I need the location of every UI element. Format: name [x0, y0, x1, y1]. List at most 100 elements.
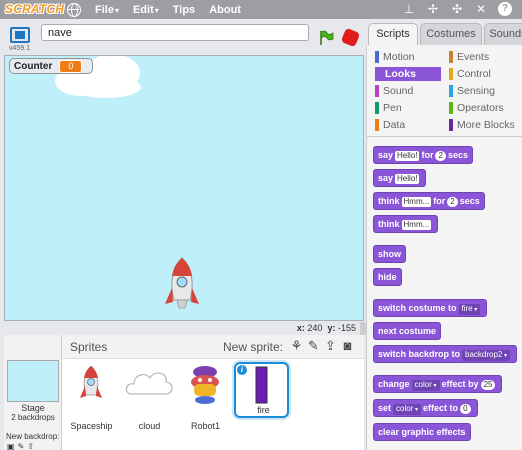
help-icon[interactable]: ? — [498, 2, 512, 16]
scratch-logo[interactable]: SCRATCH — [5, 2, 64, 17]
category-control[interactable]: Control — [449, 67, 491, 81]
block-dropdown[interactable]: color — [393, 404, 422, 415]
menu-tips[interactable]: Tips — [173, 4, 195, 16]
block-text-input[interactable]: Hello! — [395, 174, 420, 184]
upload-backdrop-icon[interactable]: ⇪ — [27, 442, 34, 450]
upload-sprite-icon[interactable]: ⇪ — [324, 338, 337, 354]
block-switch-backdrop[interactable]: switch backdrop to backdrop2 — [373, 345, 518, 363]
block-next-costume[interactable]: next costume — [373, 322, 442, 340]
category-swatch — [375, 102, 379, 114]
category-label: Looks — [385, 68, 416, 80]
y-value: -155 — [337, 323, 356, 333]
category-operators[interactable]: Operators — [449, 101, 504, 115]
block-think[interactable]: think Hmm... — [373, 215, 439, 233]
category-swatch — [449, 119, 453, 131]
sprite-tile-cloud[interactable]: cloud — [122, 362, 177, 431]
stamp-icon[interactable]: ⊥ — [402, 2, 416, 17]
menu-edit[interactable]: Edit▾ — [133, 4, 159, 16]
sprite-tile-fire[interactable]: i fire — [234, 362, 289, 418]
block-change-effect[interactable]: changecoloreffect by25 — [373, 375, 503, 393]
stop-icon[interactable] — [340, 27, 361, 48]
presentation-mode-icon[interactable] — [10, 27, 30, 43]
menu-about[interactable]: About — [209, 4, 241, 16]
block-text-input[interactable]: Hello! — [395, 151, 420, 161]
block-text: think — [378, 219, 400, 229]
block-text: for — [433, 196, 446, 206]
category-data[interactable]: Data — [375, 118, 405, 132]
paint-backdrop-icon[interactable]: ✎ — [18, 442, 25, 450]
block-show[interactable]: show — [373, 245, 407, 263]
sprites-title: Sprites — [70, 340, 108, 354]
category-label: Control — [457, 68, 491, 80]
green-flag-icon[interactable] — [318, 30, 334, 46]
block-switch-costume[interactable]: switch costume to fire — [373, 299, 488, 317]
stage-thumbnail-column: Stage 2 backdrops New backdrop: ▣ ✎ ⇪ — [4, 335, 62, 450]
block-clear-graphic-effects[interactable]: clear graphic effects — [373, 423, 471, 441]
info-icon[interactable]: i — [237, 365, 247, 375]
y-label: y: — [327, 323, 336, 333]
block-text: switch costume to — [378, 303, 457, 313]
shrink-icon[interactable]: ✕ — [474, 2, 488, 17]
category-sensing[interactable]: Sensing — [449, 84, 495, 98]
project-title-input[interactable] — [41, 24, 309, 41]
sprite-library-icon[interactable]: ⚘ — [290, 338, 303, 354]
spaceship-sprite[interactable] — [163, 256, 201, 314]
stage-thumbnail[interactable] — [7, 360, 59, 402]
category-swatch — [375, 85, 379, 97]
cut-icon[interactable]: ✢ — [426, 2, 440, 17]
block-dropdown[interactable]: fire — [458, 304, 481, 315]
x-label: x: — [296, 323, 305, 333]
block-text: switch backdrop to — [378, 349, 461, 359]
category-swatch — [449, 102, 453, 114]
tab-sounds[interactable]: Sounds — [484, 23, 522, 45]
tab-costumes[interactable]: Costumes — [420, 23, 482, 45]
category-motion[interactable]: Motion — [375, 50, 415, 64]
tab-scripts[interactable]: Scripts — [368, 23, 418, 45]
block-set-effect[interactable]: setcoloreffect to0 — [373, 399, 478, 417]
block-text: change — [378, 379, 410, 389]
sprite-tile-robot1[interactable]: Robot1 — [178, 362, 233, 431]
category-looks[interactable]: Looks — [375, 67, 441, 81]
category-more-blocks[interactable]: More Blocks — [449, 118, 515, 132]
category-swatch — [449, 51, 453, 63]
category-label: Events — [457, 51, 490, 63]
block-text-input[interactable]: Hmm... — [401, 197, 432, 207]
block-say-for-secs[interactable]: say Hello! for 2 secs — [373, 146, 473, 164]
menu-file[interactable]: File▾ — [95, 4, 119, 16]
category-pen[interactable]: Pen — [375, 101, 402, 115]
category-swatch — [375, 51, 379, 63]
block-number-input[interactable]: 2 — [447, 197, 458, 207]
stage[interactable]: Counter 0 — [4, 55, 364, 321]
block-hide[interactable]: hide — [373, 268, 402, 286]
category-swatch — [375, 119, 379, 131]
variable-monitor-counter[interactable]: Counter 0 — [9, 58, 93, 74]
cloud-thumbnail — [126, 372, 173, 395]
block-text: secs — [459, 196, 480, 206]
paint-sprite-icon[interactable]: ✎ — [307, 338, 320, 354]
backdrop-library-icon[interactable]: ▣ — [7, 442, 15, 450]
x-value: 240 — [307, 323, 323, 333]
camera-icon[interactable]: ◙ — [341, 338, 354, 354]
block-say[interactable]: say Hello! — [373, 169, 427, 187]
sprite-tile-spaceship[interactable]: Spaceship — [64, 362, 119, 431]
chevron-down-icon: ▾ — [154, 5, 159, 15]
block-dropdown[interactable]: color — [411, 380, 440, 391]
block-text: for — [421, 150, 434, 160]
blocks-palette: Motion Events Looks Control Sound Sensin… — [366, 45, 522, 450]
grow-icon[interactable]: ✣ — [450, 2, 464, 17]
category-label: Sensing — [457, 85, 495, 97]
block-text: secs — [447, 150, 468, 160]
menu-tips-label: Tips — [172, 3, 196, 16]
block-number-input[interactable]: 25 — [480, 380, 496, 390]
category-swatch — [449, 85, 453, 97]
category-sound[interactable]: Sound — [375, 84, 413, 98]
block-dropdown[interactable]: backdrop2 — [462, 350, 511, 361]
category-events[interactable]: Events — [449, 50, 489, 64]
block-text-input[interactable]: Hmm... — [401, 220, 432, 230]
block-think-for-secs[interactable]: think Hmm... for 2 secs — [373, 192, 485, 210]
block-number-input[interactable]: 2 — [435, 151, 446, 161]
block-number-input[interactable]: 0 — [460, 404, 471, 414]
language-globe-icon[interactable] — [67, 2, 81, 17]
menu-file-label: File — [95, 3, 114, 16]
new-backdrop-label: New backdrop: — [6, 432, 60, 441]
